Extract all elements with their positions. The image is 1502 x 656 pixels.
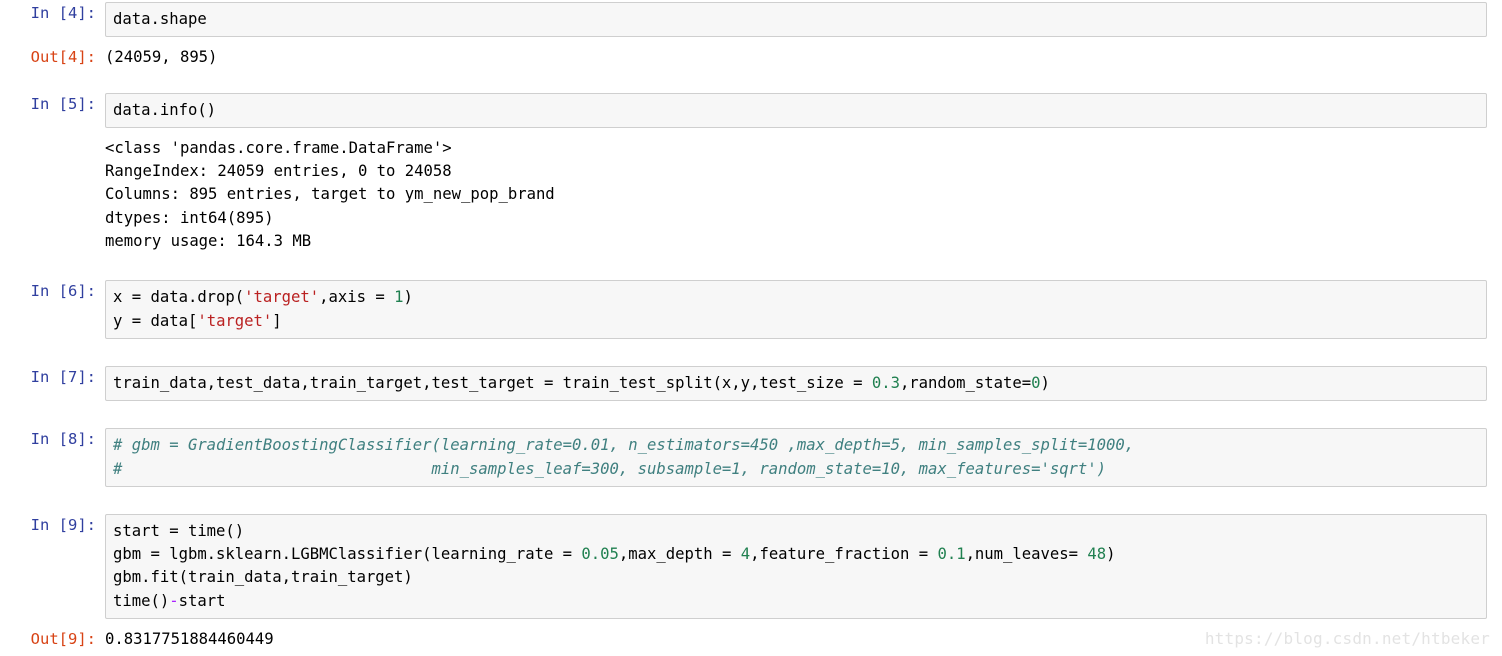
- code-editor-8[interactable]: # gbm = GradientBoostingClassifier(learn…: [105, 428, 1487, 487]
- comment-line: # gbm = GradientBoostingClassifier(learn…: [113, 436, 1135, 455]
- notebook-cell-out-4: Out[4]: (24059, 895): [0, 46, 1502, 69]
- code-line: time()-start: [113, 591, 226, 610]
- code-editor-7[interactable]: train_data,test_data,train_target,test_t…: [105, 365, 1487, 402]
- comment-line: # min_samples_leaf=300, subsample=1, ran…: [113, 459, 1107, 478]
- notebook-cell-in-8[interactable]: In [8]: # gbm = GradientBoostingClassifi…: [0, 428, 1502, 487]
- notebook-cell-in-9[interactable]: In [9]: start = time() gbm = lgbm.sklear…: [0, 513, 1502, 620]
- notebook-cell-in-6[interactable]: In [6]: x = data.drop('target',axis = 1)…: [0, 280, 1502, 339]
- cell-spacer: [0, 487, 1502, 514]
- number-literal: 48: [1087, 545, 1107, 564]
- cell-spacer: [0, 37, 1502, 46]
- code-source-9[interactable]: start = time() gbm = lgbm.sklearn.LGBMCl…: [113, 520, 1486, 613]
- notebook-cell-in-5[interactable]: In [5]: data.info(): [0, 92, 1502, 128]
- notebook-cell-stdout-5: <class 'pandas.core.frame.DataFrame'> Ra…: [0, 137, 1502, 253]
- number-literal: 1: [394, 288, 404, 307]
- number-literal: 0.3: [871, 373, 900, 392]
- output-stream-5: <class 'pandas.core.frame.DataFrame'> Ra…: [105, 137, 1487, 253]
- input-prompt-8: In [8]:: [30, 430, 96, 449]
- cell-spacer: [0, 128, 1502, 137]
- cell-spacer: [0, 253, 1502, 280]
- string-literal: 'target': [197, 311, 273, 330]
- code-source-7[interactable]: train_data,test_data,train_target,test_t…: [113, 372, 1486, 395]
- code-source-8[interactable]: # gbm = GradientBoostingClassifier(learn…: [113, 434, 1486, 481]
- output-prompt-9: Out[9]:: [30, 630, 96, 649]
- input-prompt-9: In [9]:: [30, 515, 96, 534]
- input-prompt-5: In [5]:: [30, 94, 96, 113]
- output-result-4: (24059, 895): [105, 46, 1487, 69]
- output-text-5: <class 'pandas.core.frame.DataFrame'> Ra…: [105, 138, 555, 251]
- code-line: x = data.drop('target',axis = 1): [113, 288, 413, 307]
- string-literal: 'target': [244, 288, 320, 307]
- cell-spacer: [0, 339, 1502, 366]
- number-literal: 0.1: [937, 545, 966, 564]
- input-prompt-6: In [6]:: [30, 282, 96, 301]
- jupyter-notebook: In [4]: data.shape Out[4]: (24059, 895) …: [0, 0, 1502, 651]
- code-editor-6[interactable]: x = data.drop('target',axis = 1) y = dat…: [105, 280, 1487, 339]
- code-source-5[interactable]: data.info(): [113, 99, 1486, 122]
- notebook-cell-in-4[interactable]: In [4]: data.shape: [0, 2, 1502, 38]
- watermark-text: https://blog.csdn.net/htbeker: [1204, 629, 1490, 648]
- code-line: start = time(): [113, 521, 245, 540]
- output-prompt-4: Out[4]:: [30, 48, 96, 67]
- code-editor-9[interactable]: start = time() gbm = lgbm.sklearn.LGBMCl…: [105, 513, 1487, 620]
- code-source-6[interactable]: x = data.drop('target',axis = 1) y = dat…: [113, 286, 1486, 333]
- code-line: train_data,test_data,train_target,test_t…: [113, 373, 1050, 392]
- notebook-cell-in-7[interactable]: In [7]: train_data,test_data,train_targe…: [0, 365, 1502, 402]
- code-source-4[interactable]: data.shape: [113, 8, 1486, 31]
- operator-token: -: [169, 591, 179, 610]
- input-prompt-4: In [4]:: [30, 4, 96, 22]
- number-literal: 0: [1031, 373, 1041, 392]
- code-editor-5[interactable]: data.info(): [105, 92, 1487, 128]
- input-prompt-7: In [7]:: [30, 367, 96, 386]
- code-editor-4[interactable]: data.shape: [105, 2, 1487, 38]
- number-literal: 4: [740, 545, 751, 564]
- code-line: gbm = lgbm.sklearn.LGBMClassifier(learni…: [113, 545, 1116, 564]
- code-line: y = data['target']: [113, 311, 282, 330]
- cell-spacer: [0, 70, 1502, 93]
- output-text-4: (24059, 895): [105, 48, 218, 67]
- number-literal: 0.05: [581, 545, 619, 564]
- cell-spacer: [0, 401, 1502, 428]
- code-line: gbm.fit(train_data,train_target): [113, 568, 413, 587]
- cell-spacer: [0, 619, 1502, 628]
